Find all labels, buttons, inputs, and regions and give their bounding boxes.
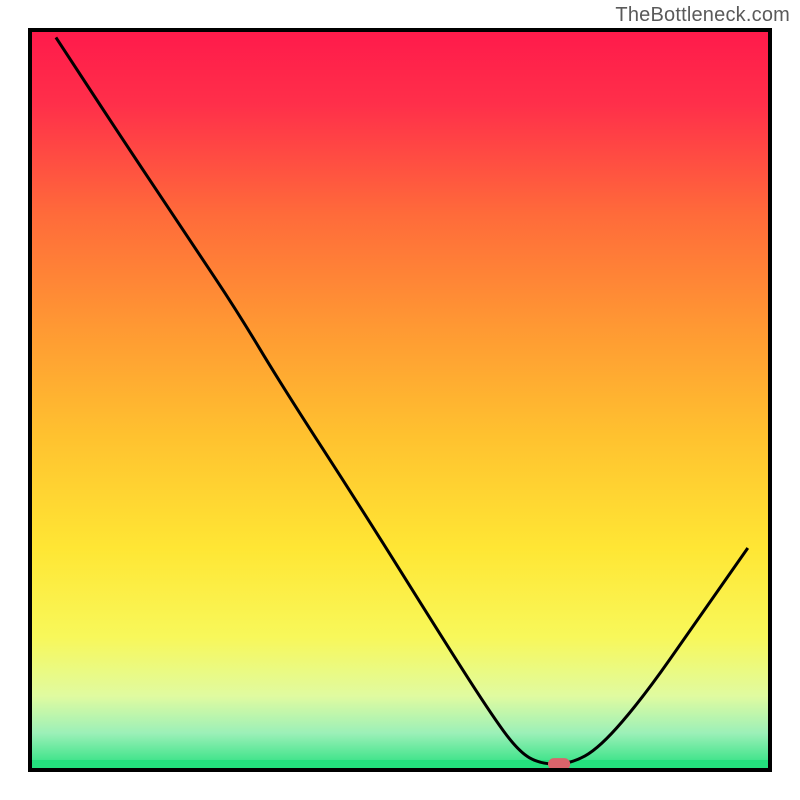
chart-container: TheBottleneck.com — [0, 0, 800, 800]
bottleneck-chart — [0, 0, 800, 800]
plot-background — [30, 30, 770, 770]
watermark-text: TheBottleneck.com — [615, 4, 790, 27]
